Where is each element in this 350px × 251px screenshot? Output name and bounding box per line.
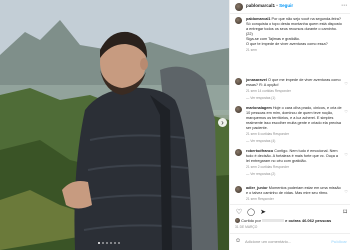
view-replies-link[interactable]: — Ver respostas (1) [246, 96, 342, 101]
caption-text-4: O que te impede de viver aventuras como … [246, 42, 328, 46]
avatar[interactable] [235, 3, 243, 11]
caption-body: pablomarcal1 Por que não sejo você na se… [246, 17, 342, 53]
avatar[interactable] [235, 17, 242, 24]
more-horizontal-icon[interactable]: ⋯ [341, 2, 347, 9]
carousel-dot [110, 242, 112, 244]
chevron-right-icon[interactable]: › [218, 118, 227, 127]
publish-button[interactable]: Publicar [331, 239, 347, 244]
avatar[interactable] [235, 106, 242, 113]
caption-text-3: Siga-se com Tajimas e gratidão. [246, 37, 300, 41]
comment-input[interactable]: Adicione um comentário... [245, 239, 291, 244]
username-link[interactable]: pablomarcal1 [246, 3, 275, 8]
emoji-smile-icon[interactable]: ☺ [235, 238, 241, 244]
view-replies-link[interactable]: — Ver respostas (4) [246, 139, 342, 144]
heart-icon[interactable]: ♡ [344, 189, 348, 194]
carousel-dots [98, 242, 120, 244]
heart-icon[interactable]: ♡ [344, 152, 348, 157]
caption-text: Por que não sejo você na segunda-feira? [271, 17, 341, 21]
share-icon[interactable]: ➤ [259, 208, 267, 216]
likes-suffix: e outras 46.062 pessoas [285, 218, 332, 223]
post-side-panel: pablomarcal1 • Seguir ⋯ pablomarcal1 Por… [229, 0, 350, 250]
follow-button[interactable]: Seguir [279, 3, 293, 8]
comment-meta[interactable]: 21 sem Responder [246, 197, 342, 202]
post-actions: ♡ ◯ ➤ ⌑ Curtido por e outras 46.062 pess… [230, 204, 350, 250]
heart-icon[interactable]: ♡ [344, 109, 348, 114]
comments-list[interactable]: pablomarcal1 Por que não sejo você na se… [230, 16, 350, 204]
action-icons: ♡ ◯ ➤ [235, 208, 267, 216]
post-author: pablomarcal1 • Seguir [246, 3, 293, 8]
comment-icon[interactable]: ◯ [247, 208, 255, 216]
comment-username[interactable]: marlonalagem [246, 106, 272, 110]
comment-meta[interactable]: 21 sem 2 curtidas Responder [246, 165, 342, 170]
separator: • [276, 3, 278, 8]
comment-body: robertodfranco Contigo. Nem tudo é emoci… [246, 149, 342, 177]
add-comment-bar: ☺ Adicione um comentário... Publicar [230, 233, 350, 251]
carousel-dot [106, 242, 108, 244]
likes-summary[interactable]: Curtido por e outras 46.062 pessoas [235, 218, 347, 224]
post-date: 31 DE MARÇO [235, 225, 258, 229]
comment-meta[interactable]: 21 sem 6 curtidas Responder [246, 132, 342, 137]
bookmark-icon[interactable]: ⌑ [343, 208, 347, 216]
avatar [235, 218, 240, 224]
view-replies-link[interactable]: — Ver respostas (2) [246, 172, 342, 177]
redacted-username [262, 219, 285, 223]
avatar[interactable] [235, 149, 242, 156]
post-photo[interactable]: › [0, 0, 229, 250]
caption-meta: 21 sem [246, 48, 257, 52]
carousel-dot [114, 242, 116, 244]
comment-username[interactable]: jonasaravel [246, 78, 267, 82]
avatar[interactable] [235, 78, 242, 85]
comment-username[interactable]: adler_junior [246, 186, 268, 190]
avatar[interactable] [235, 186, 242, 193]
comment-meta[interactable]: 21 sem 14 curtidas Responder [246, 89, 342, 94]
comment-body: marlonalagem Hoje o cara olha prado, cin… [246, 106, 342, 144]
comment-username[interactable]: robertodfranco [246, 149, 273, 153]
mountain-scene [0, 0, 229, 250]
heart-icon[interactable]: ♡ [235, 208, 243, 216]
comment-body: jonasaravel O que me impede de viver ave… [246, 78, 342, 101]
post-header: pablomarcal1 • Seguir ⋯ [230, 0, 350, 14]
carousel-dot [118, 242, 120, 244]
heart-icon[interactable]: ♡ [344, 81, 348, 86]
carousel-dot [98, 242, 100, 244]
caption-text-2: Só conquista o topo desta montanha quem … [246, 22, 342, 36]
carousel-dot [102, 242, 104, 244]
caption-username[interactable]: pablomarcal1 [246, 17, 270, 21]
likes-prefix: Curtido por [241, 218, 261, 223]
comment-body: adler_junior Momentos poderiam estar em … [246, 186, 342, 202]
